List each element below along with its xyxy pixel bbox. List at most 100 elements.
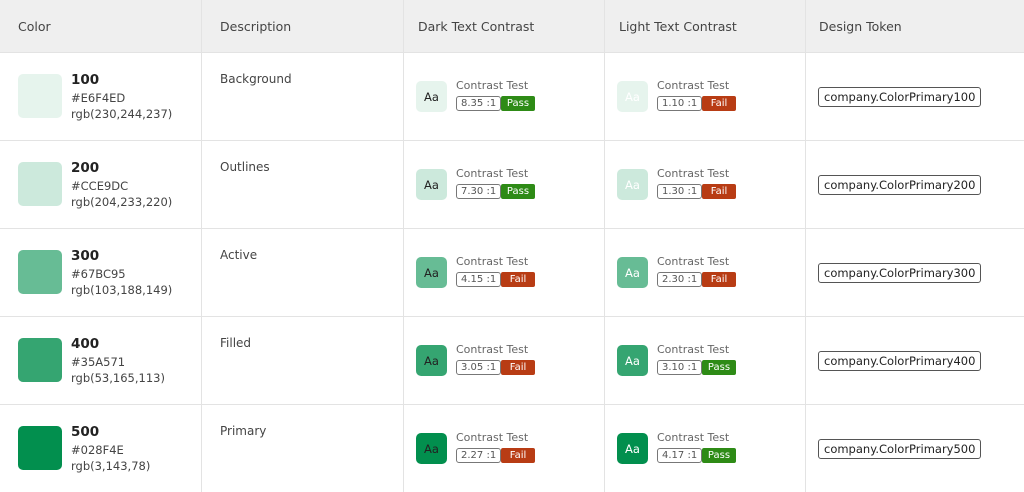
description-text: Background xyxy=(220,72,292,86)
description-text: Active xyxy=(220,248,258,262)
light-text-sample: Aa xyxy=(617,345,648,376)
contrast-ratio: 2.30 :1 xyxy=(657,272,703,287)
dark-text-sample: Aa xyxy=(416,433,447,464)
header-color: Color xyxy=(0,0,201,52)
color-cell: 500 #028F4E rgb(3,143,78) xyxy=(0,405,201,492)
design-token-chip[interactable]: company.ColorPrimary200 xyxy=(818,175,982,195)
light-text-contrast-cell: Aa Contrast Test 2.30 :1 Fail xyxy=(605,229,805,316)
color-swatch xyxy=(18,426,62,470)
dark-text-sample: Aa xyxy=(416,257,447,288)
light-text-sample: Aa xyxy=(617,433,648,464)
contrast-result-badge: Pass xyxy=(501,96,535,111)
rgb-value: rgb(230,244,237) xyxy=(71,107,173,121)
description-cell: Outlines xyxy=(202,141,403,228)
contrast-result-badge: Fail xyxy=(702,184,736,199)
hex-value: #028F4E xyxy=(71,443,124,457)
contrast-test-label: Contrast Test xyxy=(456,431,529,444)
header-description: Description xyxy=(202,0,403,52)
dark-text-sample: Aa xyxy=(416,169,447,200)
color-cell: 200 #CCE9DC rgb(204,233,220) xyxy=(0,141,201,228)
shade-label: 300 xyxy=(71,248,100,264)
description-text: Outlines xyxy=(220,160,270,174)
header-light-text-contrast: Light Text Contrast xyxy=(605,0,805,52)
light-text-contrast-cell: Aa Contrast Test 1.10 :1 Fail xyxy=(605,53,805,140)
shade-label: 500 xyxy=(71,424,100,440)
design-token-chip[interactable]: company.ColorPrimary100 xyxy=(818,87,982,107)
design-token-chip[interactable]: company.ColorPrimary500 xyxy=(818,439,982,459)
dark-text-sample: Aa xyxy=(416,81,447,112)
color-cell: 300 #67BC95 rgb(103,188,149) xyxy=(0,229,201,316)
color-cell: 400 #35A571 rgb(53,165,113) xyxy=(0,317,201,404)
color-palette-table: Color Description Dark Text Contrast Lig… xyxy=(0,0,1024,492)
design-token-chip[interactable]: company.ColorPrimary300 xyxy=(818,263,982,283)
contrast-result-badge: Fail xyxy=(501,272,535,287)
contrast-ratio: 4.15 :1 xyxy=(456,272,502,287)
rgb-value: rgb(53,165,113) xyxy=(71,371,165,385)
rgb-value: rgb(3,143,78) xyxy=(71,459,151,473)
light-text-sample: Aa xyxy=(617,169,648,200)
description-text: Filled xyxy=(220,336,252,350)
hex-value: #35A571 xyxy=(71,355,126,369)
contrast-test-label: Contrast Test xyxy=(657,255,730,268)
color-swatch xyxy=(18,162,62,206)
hex-value: #CCE9DC xyxy=(71,179,129,193)
hex-value: #67BC95 xyxy=(71,267,126,281)
contrast-result-badge: Fail xyxy=(702,96,736,111)
shade-label: 200 xyxy=(71,160,100,176)
contrast-ratio: 1.30 :1 xyxy=(657,184,703,199)
shade-label: 400 xyxy=(71,336,100,352)
hex-value: #E6F4ED xyxy=(71,91,126,105)
contrast-test-label: Contrast Test xyxy=(456,255,529,268)
contrast-test-label: Contrast Test xyxy=(657,343,730,356)
light-text-contrast-cell: Aa Contrast Test 4.17 :1 Pass xyxy=(605,405,805,492)
description-cell: Filled xyxy=(202,317,403,404)
dark-text-contrast-cell: Aa Contrast Test 8.35 :1 Pass xyxy=(404,53,604,140)
dark-text-contrast-cell: Aa Contrast Test 7.30 :1 Pass xyxy=(404,141,604,228)
contrast-result-badge: Fail xyxy=(702,272,736,287)
contrast-ratio: 4.17 :1 xyxy=(657,448,703,463)
color-swatch xyxy=(18,338,62,382)
contrast-ratio: 3.05 :1 xyxy=(456,360,502,375)
contrast-result-badge: Pass xyxy=(702,448,736,463)
contrast-test-label: Contrast Test xyxy=(657,167,730,180)
description-cell: Primary xyxy=(202,405,403,492)
contrast-result-badge: Pass xyxy=(501,184,535,199)
design-token-cell: company.ColorPrimary200 xyxy=(806,141,1024,228)
contrast-result-badge: Fail xyxy=(501,448,535,463)
rgb-value: rgb(204,233,220) xyxy=(71,195,173,209)
contrast-ratio: 3.10 :1 xyxy=(657,360,703,375)
light-text-contrast-cell: Aa Contrast Test 1.30 :1 Fail xyxy=(605,141,805,228)
contrast-result-badge: Pass xyxy=(702,360,736,375)
design-token-cell: company.ColorPrimary400 xyxy=(806,317,1024,404)
color-swatch xyxy=(18,250,62,294)
contrast-test-label: Contrast Test xyxy=(456,343,529,356)
contrast-result-badge: Fail xyxy=(501,360,535,375)
design-token-cell: company.ColorPrimary500 xyxy=(806,405,1024,492)
contrast-test-label: Contrast Test xyxy=(456,79,529,92)
contrast-ratio: 8.35 :1 xyxy=(456,96,502,111)
dark-text-contrast-cell: Aa Contrast Test 3.05 :1 Fail xyxy=(404,317,604,404)
dark-text-sample: Aa xyxy=(416,345,447,376)
contrast-ratio: 1.10 :1 xyxy=(657,96,703,111)
light-text-contrast-cell: Aa Contrast Test 3.10 :1 Pass xyxy=(605,317,805,404)
description-cell: Background xyxy=(202,53,403,140)
contrast-test-label: Contrast Test xyxy=(657,79,730,92)
light-text-sample: Aa xyxy=(617,257,648,288)
description-text: Primary xyxy=(220,424,267,438)
contrast-test-label: Contrast Test xyxy=(456,167,529,180)
design-token-chip[interactable]: company.ColorPrimary400 xyxy=(818,351,982,371)
header-design-token: Design Token xyxy=(806,0,1024,52)
contrast-ratio: 2.27 :1 xyxy=(456,448,502,463)
design-token-cell: company.ColorPrimary300 xyxy=(806,229,1024,316)
contrast-test-label: Contrast Test xyxy=(657,431,730,444)
contrast-ratio: 7.30 :1 xyxy=(456,184,502,199)
dark-text-contrast-cell: Aa Contrast Test 2.27 :1 Fail xyxy=(404,405,604,492)
color-cell: 100 #E6F4ED rgb(230,244,237) xyxy=(0,53,201,140)
header-dark-text-contrast: Dark Text Contrast xyxy=(404,0,604,52)
shade-label: 100 xyxy=(71,72,100,88)
light-text-sample: Aa xyxy=(617,81,648,112)
rgb-value: rgb(103,188,149) xyxy=(71,283,173,297)
design-token-cell: company.ColorPrimary100 xyxy=(806,53,1024,140)
color-swatch xyxy=(18,74,62,118)
description-cell: Active xyxy=(202,229,403,316)
